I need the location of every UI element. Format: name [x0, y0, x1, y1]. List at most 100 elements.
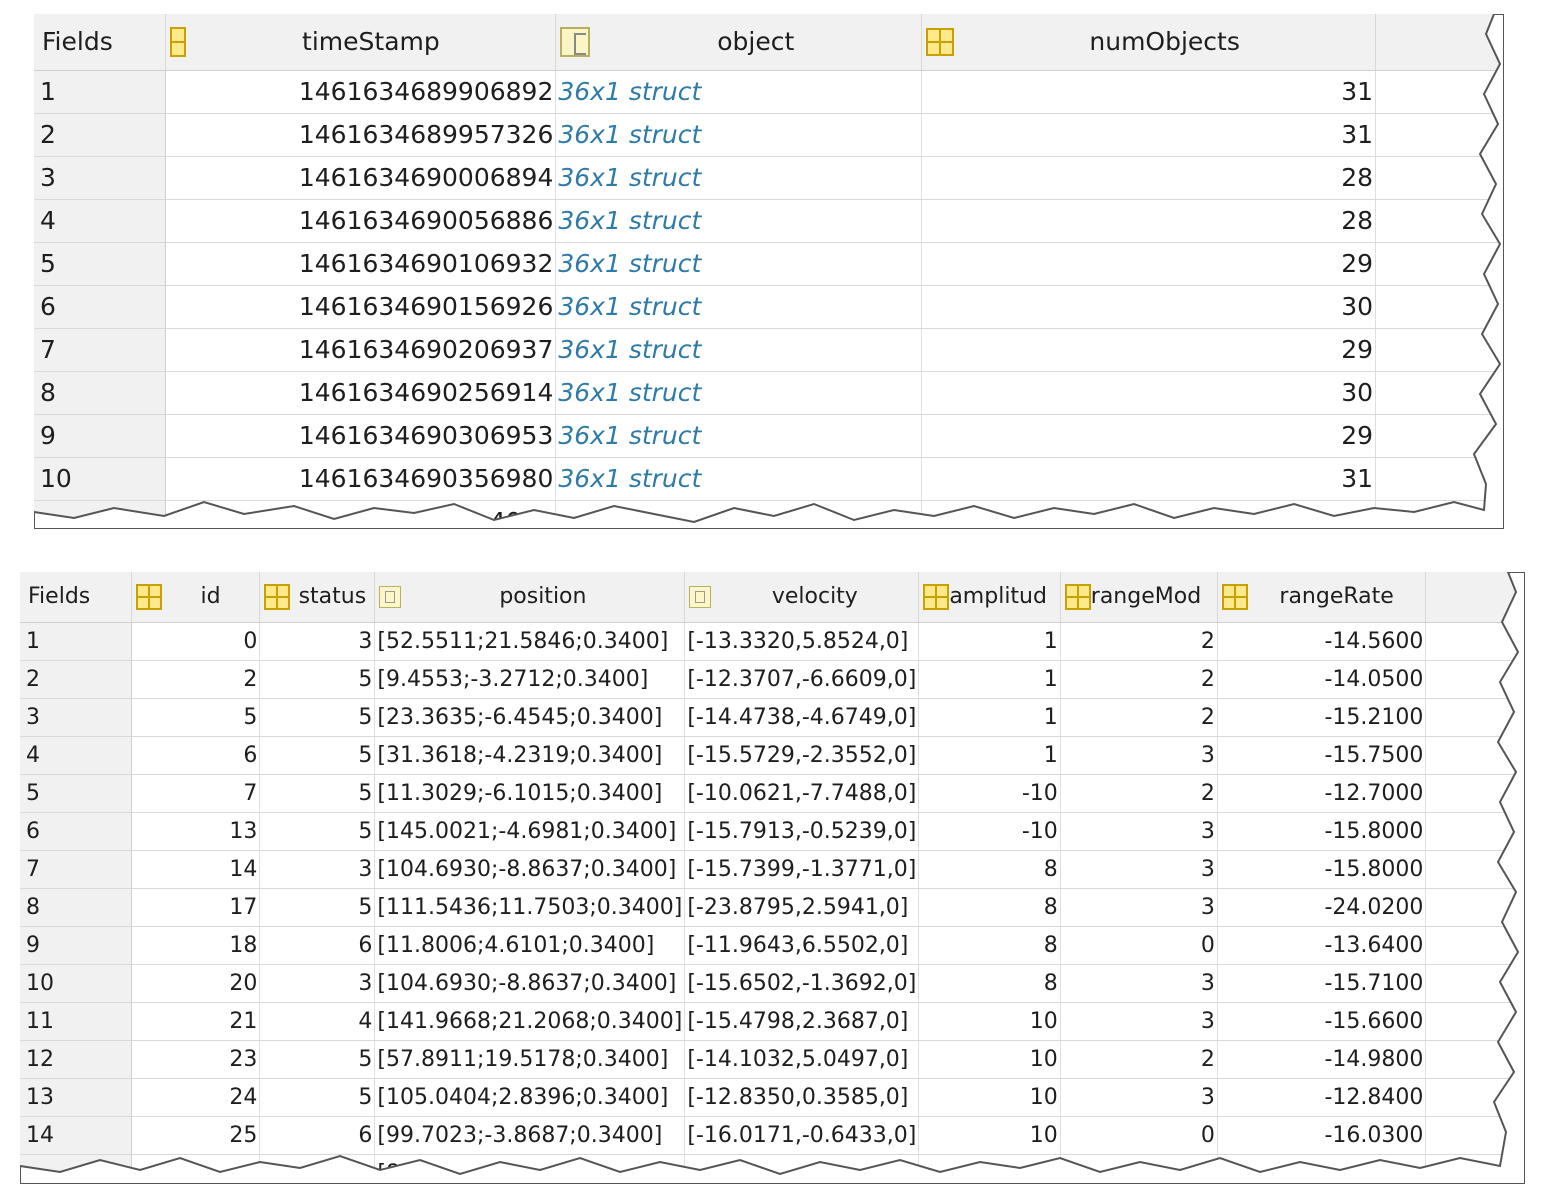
velocity-cell[interactable]: [-13.3320,5.8524,0] — [684, 622, 920, 661]
amplitude-cell[interactable]: 10 — [918, 1002, 1061, 1041]
table-row[interactable]: 7 1461634690206937 36x1 struct 29 — [34, 328, 1504, 372]
id-cell[interactable]: 24 — [131, 1078, 261, 1117]
status-cell[interactable]: 5 — [259, 774, 376, 813]
amplitude-cell[interactable]: 10 — [918, 1116, 1061, 1155]
table-row[interactable]: 13 24 5 [105.0404;2.8396;0.3400] [-12.8350,0… — [20, 1078, 1525, 1117]
numobjects-header[interactable]: numObjects — [921, 14, 1377, 71]
velocity-cell[interactable]: [-16.0171,-0.6433,0] — [684, 1116, 920, 1155]
table-row[interactable]: 5 1461634690106932 36x1 struct 29 — [34, 242, 1504, 286]
status-cell[interactable]: 5 — [259, 888, 376, 927]
table-row[interactable]: 1 1461634689906892 36x1 struct 31 — [34, 70, 1504, 114]
velocity-cell[interactable]: [-15.7399,-1.3771,0] — [684, 850, 920, 889]
numobjects-cell[interactable]: 30 — [921, 285, 1377, 329]
timestamp-cell[interactable]: 1461634690056886 — [165, 199, 557, 243]
amplitude-cell[interactable]: 8 — [918, 926, 1061, 965]
rangemode-cell[interactable]: 0 — [1060, 1116, 1218, 1155]
rangemode-header[interactable]: rangeMod — [1060, 572, 1218, 623]
amplitude-cell[interactable]: 8 — [918, 964, 1061, 1003]
position-cell[interactable]: [31.3618;-4.2319;0.3400] — [374, 736, 686, 775]
table-row[interactable]: 2 2 5 [9.4553;-3.2712;0.3400] [-12.3707,-6.6… — [20, 660, 1525, 699]
rangemode-cell[interactable]: 2 — [1060, 622, 1218, 661]
status-cell[interactable]: 3 — [259, 964, 376, 1003]
timestamp-cell[interactable]: 1461634690356980 — [165, 457, 557, 501]
rangerate-cell[interactable]: -24.0200 — [1217, 888, 1427, 927]
object-link-cell[interactable]: 36x1 struct — [555, 285, 923, 329]
rangemode-cell[interactable]: 3 — [1060, 1002, 1218, 1041]
position-cell[interactable]: [11.3029;-6.1015;0.3400] — [374, 774, 686, 813]
id-cell[interactable]: 7 — [131, 774, 261, 813]
position-header[interactable]: position — [374, 572, 686, 623]
rangerate-cell[interactable]: -15.8000 — [1217, 850, 1427, 889]
object-link-cell[interactable]: 36x1 struct — [555, 156, 923, 200]
amplitude-cell[interactable]: 1 — [918, 622, 1061, 661]
object-link-cell[interactable]: 36x1 struct — [555, 70, 923, 114]
id-cell[interactable]: 18 — [131, 926, 261, 965]
status-cell[interactable]: 3 — [259, 622, 376, 661]
amplitude-cell[interactable]: -10 — [918, 812, 1061, 851]
status-cell[interactable]: 5 — [259, 736, 376, 775]
timestamp-cell[interactable]: 1461634690206937 — [165, 328, 557, 372]
amplitude-cell[interactable]: 8 — [918, 888, 1061, 927]
rangerate-cell[interactable]: -12.8400 — [1217, 1078, 1427, 1117]
position-cell[interactable]: [9.4553;-3.2712;0.3400] — [374, 660, 686, 699]
rangemode-cell[interactable]: 2 — [1060, 1040, 1218, 1079]
timestamp-header[interactable]: timeStamp — [165, 14, 557, 71]
position-cell[interactable]: [57.8911;19.5178;0.3400] — [374, 1040, 686, 1079]
status-cell[interactable]: 5 — [259, 1078, 376, 1117]
object-link-cell[interactable]: 36x1 struct — [555, 457, 923, 501]
object-link-cell[interactable]: 36x1 struct — [555, 242, 923, 286]
timestamp-cell[interactable]: 1461634690156926 — [165, 285, 557, 329]
table-row[interactable]: 8 1461634690256914 36x1 struct 30 — [34, 371, 1504, 415]
rangemode-cell[interactable]: 3 — [1060, 736, 1218, 775]
rangemode-cell[interactable]: 3 — [1060, 850, 1218, 889]
velocity-cell[interactable]: [-15.5729,-2.3552,0] — [684, 736, 920, 775]
status-cell[interactable]: 3 — [259, 850, 376, 889]
table-row[interactable]: 4 1461634690056886 36x1 struct 28 — [34, 199, 1504, 243]
fields-header[interactable]: Fields — [34, 14, 167, 71]
table-row[interactable]: 6 13 5 [145.0021;-4.6981;0.3400] [-15.7913,-… — [20, 812, 1525, 851]
rangerate-cell[interactable]: -14.0500 — [1217, 660, 1427, 699]
object-link-cell[interactable]: 36x1 struct — [555, 414, 923, 458]
rangemode-cell[interactable]: 0 — [1060, 926, 1218, 965]
id-cell[interactable]: 17 — [131, 888, 261, 927]
position-cell[interactable]: [52.5511;21.5846;0.3400] — [374, 622, 686, 661]
position-cell[interactable]: [104.6930;-8.8637;0.3400] — [374, 850, 686, 889]
velocity-cell[interactable]: [-15.7913,-0.5239,0] — [684, 812, 920, 851]
table-row[interactable]: 9 1461634690306953 36x1 struct 29 — [34, 414, 1504, 458]
fields-header[interactable]: Fields — [20, 572, 132, 623]
rangerate-cell[interactable]: -15.2100 — [1217, 698, 1427, 737]
velocity-cell[interactable]: [-15.6502,-1.3692,0] — [684, 964, 920, 1003]
table-row[interactable]: 9 18 6 [11.8006;4.6101;0.3400] [-11.9643,6.5… — [20, 926, 1525, 965]
velocity-header[interactable]: velocity — [684, 572, 920, 623]
rangemode-cell[interactable]: 3 — [1060, 1078, 1218, 1117]
timestamp-cell[interactable]: 1461634690006894 — [165, 156, 557, 200]
timestamp-cell[interactable]: 1461634690256914 — [165, 371, 557, 415]
table-row[interactable]: 2 1461634689957326 36x1 struct 31 — [34, 113, 1504, 157]
id-cell[interactable]: 2 — [131, 660, 261, 699]
velocity-cell[interactable]: [-12.8350,0.3585,0] — [684, 1078, 920, 1117]
numobjects-cell[interactable]: 28 — [921, 156, 1377, 200]
velocity-cell[interactable]: [-11.9643,6.5502,0] — [684, 926, 920, 965]
status-cell[interactable]: 5 — [259, 1040, 376, 1079]
velocity-cell[interactable]: [-23.8795,2.5941,0] — [684, 888, 920, 927]
rangerate-cell[interactable]: -12.7000 — [1217, 774, 1427, 813]
id-header[interactable]: id — [131, 572, 261, 623]
status-cell[interactable]: 5 — [259, 812, 376, 851]
amplitude-cell[interactable]: 10 — [918, 1078, 1061, 1117]
object-header[interactable]: object — [555, 14, 923, 71]
rangemode-cell[interactable]: 3 — [1060, 888, 1218, 927]
id-cell[interactable]: 23 — [131, 1040, 261, 1079]
table-row[interactable]: 6 1461634690156926 36x1 struct 30 — [34, 285, 1504, 329]
position-cell[interactable]: [105.0404;2.8396;0.3400] — [374, 1078, 686, 1117]
position-cell[interactable]: [104.6930;-8.8637;0.3400] — [374, 964, 686, 1003]
numobjects-cell[interactable]: 29 — [921, 328, 1377, 372]
rangerate-cell[interactable]: -16.0300 — [1217, 1116, 1427, 1155]
rangerate-cell[interactable]: -15.7500 — [1217, 736, 1427, 775]
table-row[interactable]: 3 5 5 [23.3635;-6.4545;0.3400] [-14.4738,-4.… — [20, 698, 1525, 737]
rangerate-cell[interactable]: -13.6400 — [1217, 926, 1427, 965]
rangerate-cell[interactable]: -15.8000 — [1217, 812, 1427, 851]
timestamp-cell[interactable]: 1461634690306953 — [165, 414, 557, 458]
rangemode-cell[interactable]: 3 — [1060, 812, 1218, 851]
object-link-cell[interactable]: 36x1 struct — [555, 371, 923, 415]
id-cell[interactable]: 14 — [131, 850, 261, 889]
